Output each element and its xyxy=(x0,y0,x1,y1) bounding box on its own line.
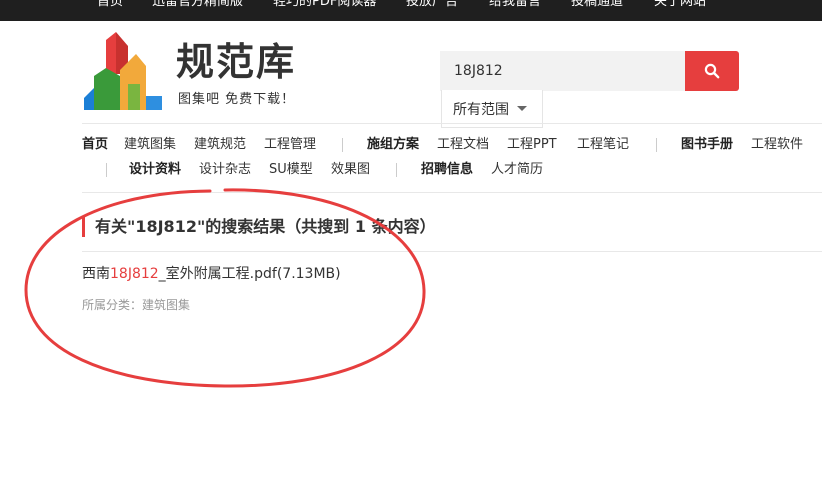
nav-item-project-ppt[interactable]: 工程PPT xyxy=(507,137,557,153)
nav-separator xyxy=(396,163,397,177)
site-logo[interactable]: 规范库 图集吧 免费下载！ xyxy=(84,32,314,114)
topnav-about[interactable]: 关于网站 xyxy=(654,0,706,10)
nav-top-divider xyxy=(82,123,822,124)
nav-item-project-management[interactable]: 工程管理 xyxy=(264,137,316,153)
nav-item-design-magazines[interactable]: 设计杂志 xyxy=(199,162,251,178)
result-title-prefix: 西南 xyxy=(82,266,110,282)
chevron-down-icon xyxy=(517,106,527,111)
topnav-submit[interactable]: 投稿通道 xyxy=(571,0,623,10)
topnav-xunlei[interactable]: 迅雷官方精简版 xyxy=(152,0,243,10)
nav-item-project-notes[interactable]: 工程笔记 xyxy=(577,137,629,153)
nav-separator xyxy=(656,138,657,152)
nav-item-design-materials[interactable]: 设计资料 xyxy=(129,162,181,178)
nav-item-home[interactable]: 首页 xyxy=(82,137,108,153)
nav-bottom-divider xyxy=(82,192,822,193)
result-item-link[interactable]: 西南18J812_室外附属工程.pdf(7.13MB) xyxy=(82,265,341,283)
search-scope-label: 所有范围 xyxy=(453,101,509,118)
nav-item-jobs[interactable]: 招聘信息 xyxy=(421,162,473,178)
nav-item-su-models[interactable]: SU模型 xyxy=(269,162,313,178)
nav-item-building-codes[interactable]: 建筑规范 xyxy=(194,137,246,153)
search-button[interactable] xyxy=(685,51,739,91)
nav-item-resumes[interactable]: 人才简历 xyxy=(491,162,543,178)
nav-separator xyxy=(342,138,343,152)
logo-buildings-icon xyxy=(84,32,162,110)
results-heading: 有关"18J812"的搜索结果（共搜到 1 条内容） xyxy=(82,217,436,237)
search-input[interactable] xyxy=(440,51,686,91)
nav-item-software[interactable]: 工程软件 xyxy=(751,137,803,153)
logo-title: 规范库 xyxy=(176,40,297,84)
search-icon xyxy=(704,63,720,79)
topnav-pdf-reader[interactable]: 轻巧的PDF阅读器 xyxy=(273,0,376,10)
topnav-home[interactable]: 首页 xyxy=(97,0,123,10)
nav-item-renderings[interactable]: 效果图 xyxy=(331,162,370,178)
results-divider xyxy=(82,251,822,252)
top-bar: 首页 迅雷官方精简版 轻巧的PDF阅读器 投放广告 给我留言 投稿通道 关于网站 xyxy=(0,0,822,21)
nav-item-construction-plans[interactable]: 施组方案 xyxy=(367,137,419,153)
logo-slogan: 图集吧 免费下载！ xyxy=(178,92,296,107)
topnav-message[interactable]: 给我留言 xyxy=(489,0,541,10)
result-category: 所属分类：建筑图集 xyxy=(82,298,191,312)
nav-item-project-docs[interactable]: 工程文档 xyxy=(437,137,489,153)
result-title-highlight: 18J812 xyxy=(110,266,159,282)
annotation-ellipse xyxy=(24,188,426,388)
nav-separator xyxy=(106,163,107,177)
topnav-ads[interactable]: 投放广告 xyxy=(406,0,458,10)
nav-item-building-atlas[interactable]: 建筑图集 xyxy=(124,137,176,153)
result-title-suffix: _室外附属工程.pdf(7.13MB) xyxy=(158,266,341,282)
nav-item-books[interactable]: 图书手册 xyxy=(681,137,733,153)
